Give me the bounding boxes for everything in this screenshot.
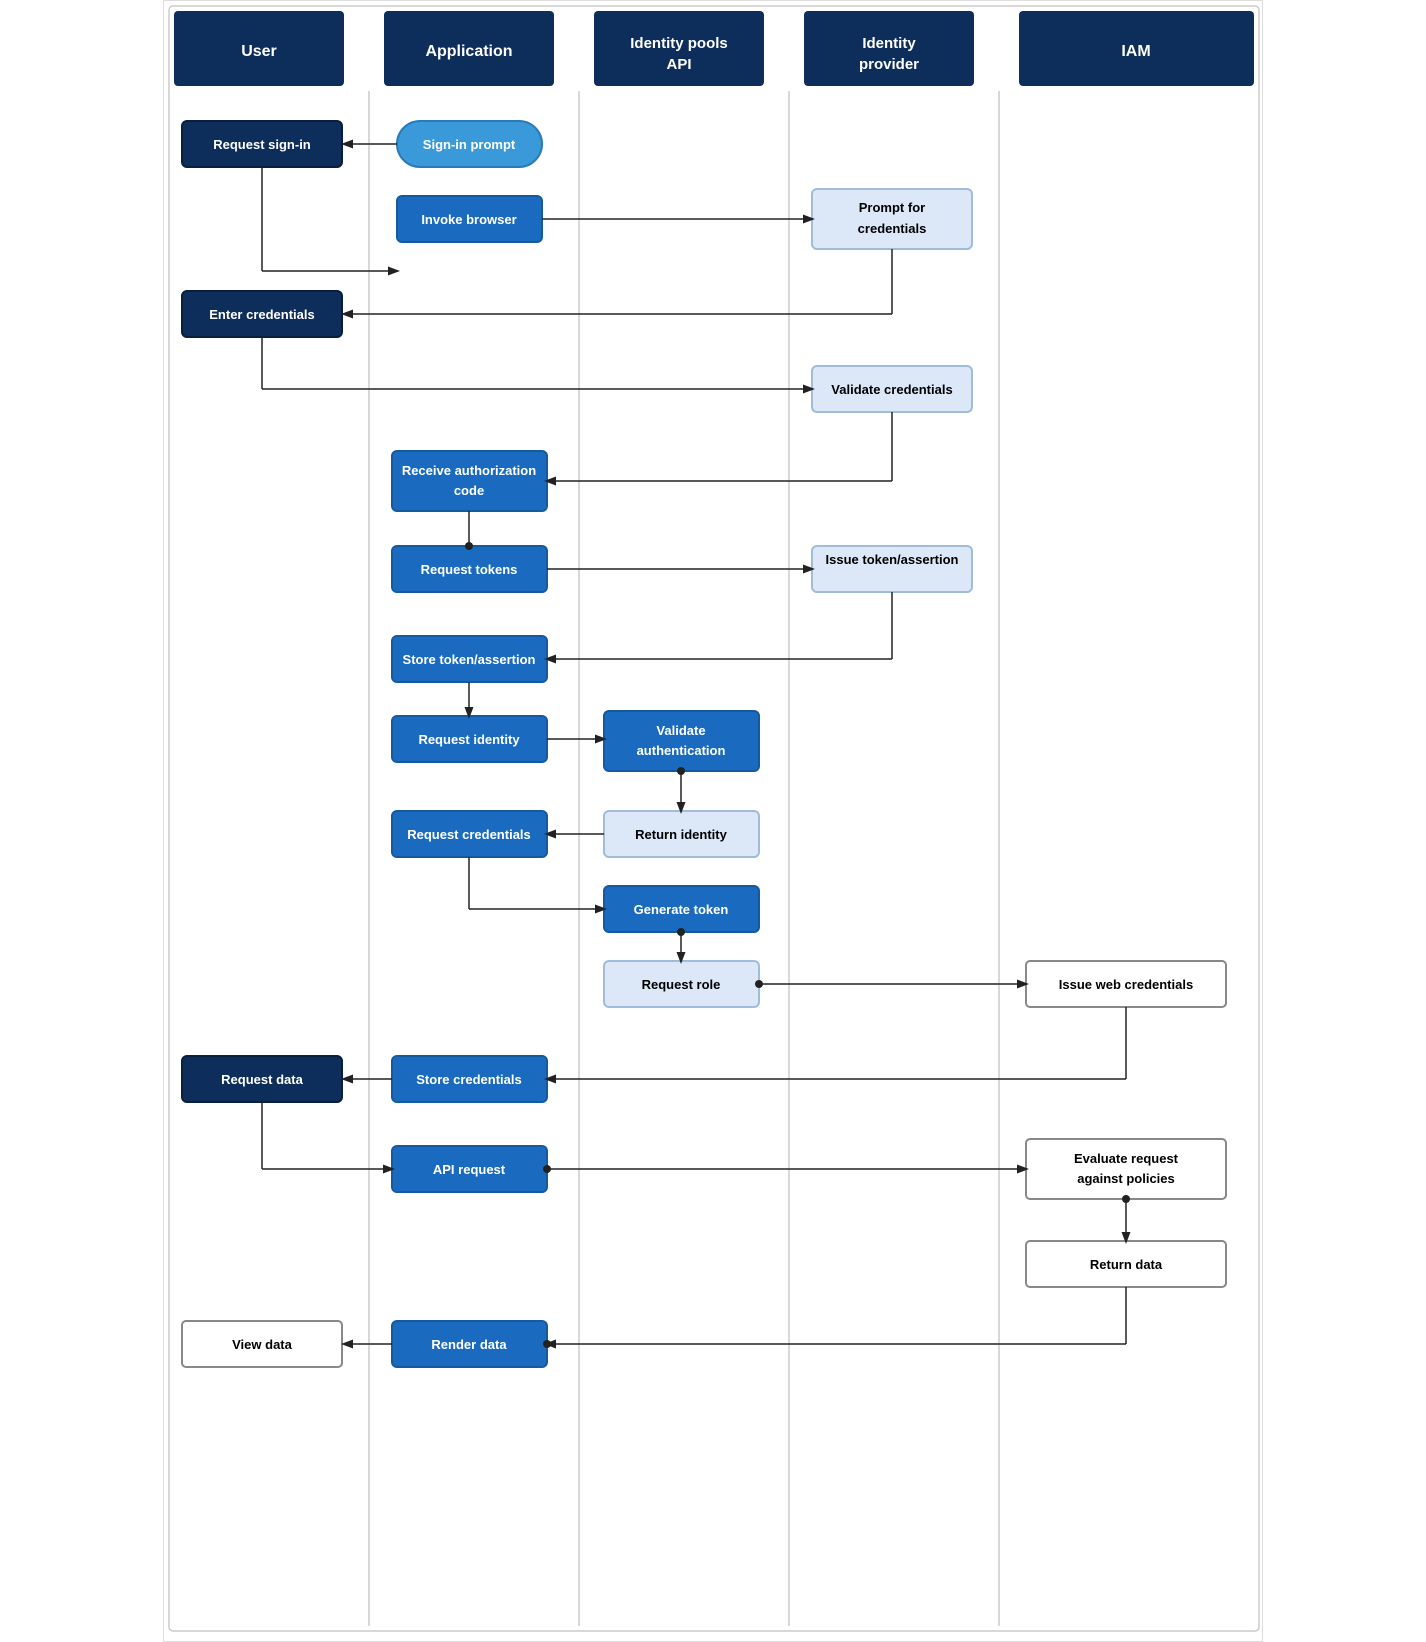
col-label-idpools-2: API <box>666 56 691 73</box>
label-request-identity: Request identity <box>418 732 520 747</box>
label-return-identity: Return identity <box>635 827 727 842</box>
sequence-diagram: User Application Identity pools API Iden… <box>164 1 1264 1636</box>
label-request-data: Request data <box>221 1072 303 1087</box>
node-validate-auth <box>604 711 759 771</box>
label-validate-auth-2: authentication <box>637 743 726 758</box>
label-issue-token-1: Issue token/assertion <box>826 552 959 567</box>
label-validate-auth-1: Validate <box>656 723 705 738</box>
label-request-credentials: Request credentials <box>407 827 531 842</box>
diagram-container: User Application Identity pools API Iden… <box>163 0 1263 1642</box>
label-evaluate-1: Evaluate request <box>1074 1151 1179 1166</box>
dot-validate-auth <box>677 767 685 775</box>
label-enter-credentials: Enter credentials <box>209 307 315 322</box>
col-label-user: User <box>241 43 277 60</box>
label-evaluate-2: against policies <box>1077 1171 1175 1186</box>
label-prompt-cred-2: credentials <box>858 221 927 236</box>
dot-gen-token <box>677 928 685 936</box>
label-return-data: Return data <box>1090 1257 1163 1272</box>
label-receive-auth-2: code <box>454 483 484 498</box>
node-prompt-credentials <box>812 189 972 249</box>
label-receive-auth-1: Receive authorization <box>402 463 536 478</box>
label-validate-credentials: Validate credentials <box>831 382 952 397</box>
label-api-request: API request <box>433 1162 506 1177</box>
label-signin-prompt: Sign-in prompt <box>423 137 516 152</box>
label-request-signin: Request sign-in <box>213 137 311 152</box>
dot-render-data <box>543 1340 551 1348</box>
col-label-application: Application <box>425 43 512 60</box>
label-request-role: Request role <box>642 977 721 992</box>
label-store-credentials: Store credentials <box>416 1072 522 1087</box>
col-label-idpools-1: Identity pools <box>630 35 728 52</box>
dot-evaluate <box>1122 1195 1130 1203</box>
dot-auth-tokens <box>465 542 473 550</box>
label-request-tokens: Request tokens <box>421 562 518 577</box>
col-label-idprovider-2: provider <box>859 56 919 73</box>
label-generate-token: Generate token <box>634 902 729 917</box>
label-invoke-browser: Invoke browser <box>421 212 516 227</box>
label-issue-web-cred: Issue web credentials <box>1059 977 1193 992</box>
label-store-token: Store token/assertion <box>403 652 536 667</box>
node-evaluate-request <box>1026 1139 1226 1199</box>
node-receive-auth-code <box>392 451 547 511</box>
col-label-idprovider-1: Identity <box>862 35 916 52</box>
label-prompt-cred-1: Prompt for <box>859 200 925 215</box>
label-render-data: Render data <box>431 1337 507 1352</box>
col-label-iam: IAM <box>1121 43 1150 60</box>
label-view-data: View data <box>232 1337 293 1352</box>
